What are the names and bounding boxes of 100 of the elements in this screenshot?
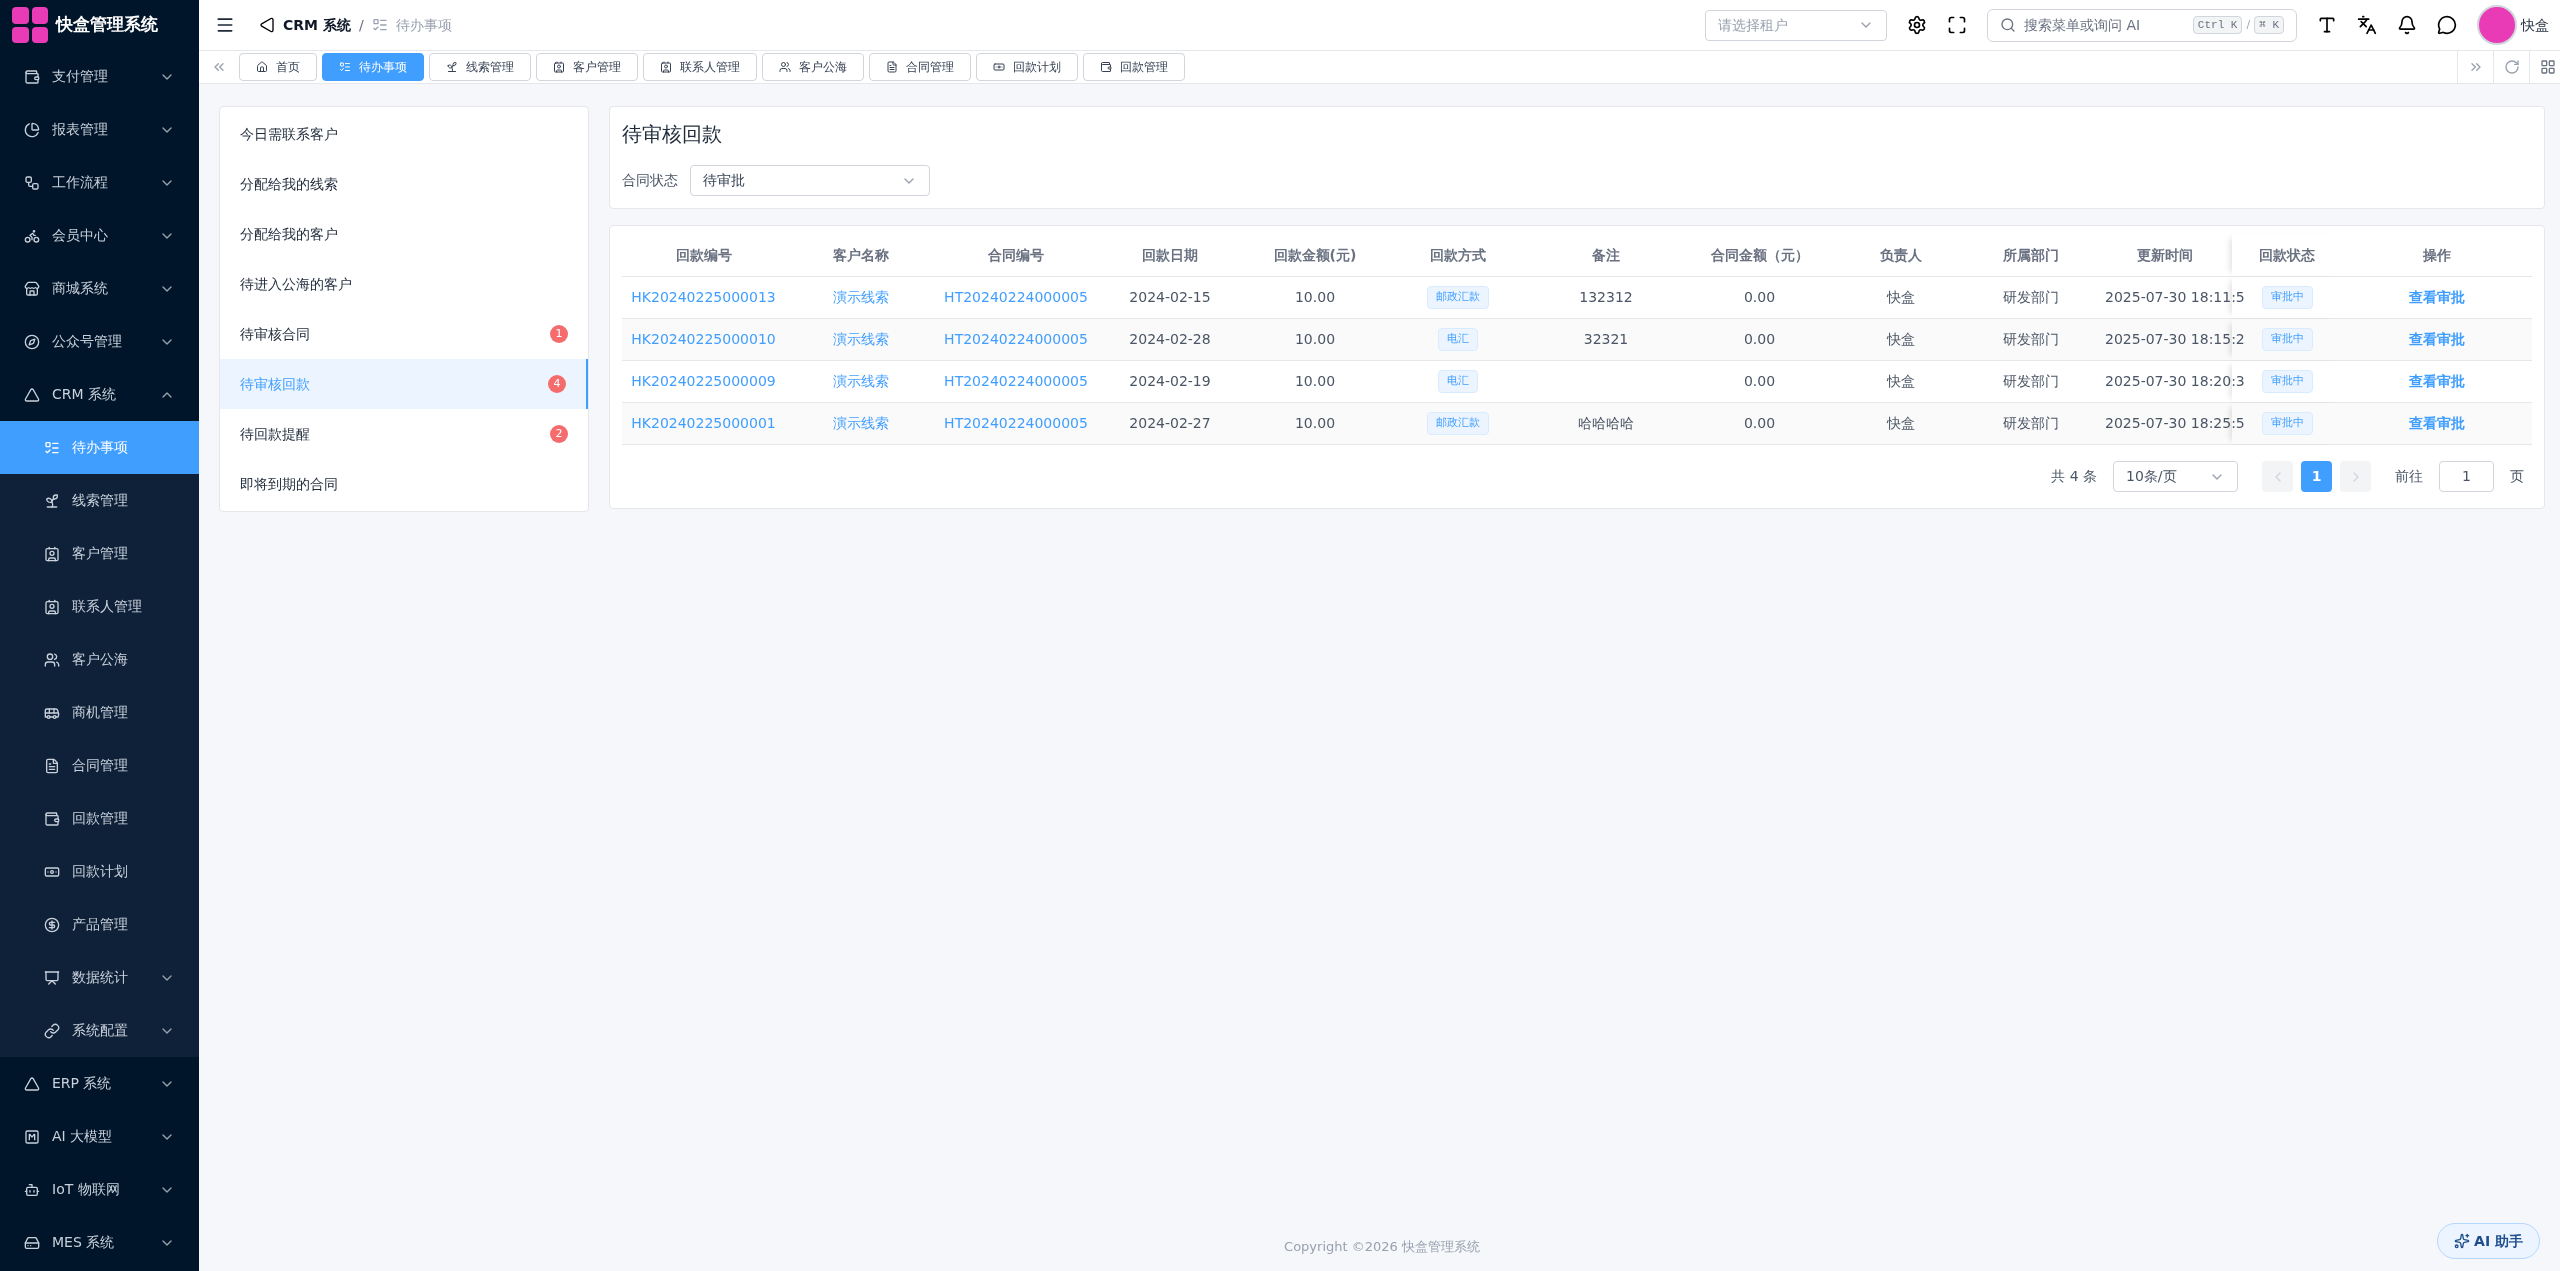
sidebar-subitem[interactable]: 系统配置 (0, 1004, 199, 1057)
chat-icon[interactable] (2437, 15, 2457, 35)
count-badge: 1 (550, 325, 568, 343)
page-input[interactable]: 1 (2439, 461, 2494, 492)
tab-icon (660, 61, 672, 73)
sidebar-subitem[interactable]: 客户管理 (0, 527, 199, 580)
table-cell-text: 0.00 (1743, 288, 1776, 307)
search-field[interactable]: 搜索菜单或询问 AI Ctrl K / ⌘ K (1987, 8, 2297, 42)
search-icon (2000, 17, 2016, 33)
page-size-select[interactable]: 10条/页 (2113, 461, 2238, 492)
tab[interactable]: 客户公海 (762, 53, 864, 81)
todo-menu-item[interactable]: 待审核合同 1 (220, 309, 588, 359)
table-cell-text: 哈哈哈哈 (1578, 414, 1634, 433)
sidebar-item[interactable]: IoT 物联网 (0, 1163, 199, 1216)
ai-assistant-button[interactable]: AI 助手 (2437, 1223, 2540, 1259)
table-cell-text: 2024-02-28 (1129, 330, 1211, 349)
tag: 电汇 (1437, 328, 1478, 351)
sidebar-subitem[interactable]: 商机管理 (0, 686, 199, 739)
table-cell-text: 2024-02-19 (1129, 372, 1211, 391)
table-cell-text: 2025-07-30 18:20:3 (2105, 372, 2245, 391)
column-header: 客户名称 (833, 245, 889, 265)
tag: 审批中 (2261, 412, 2313, 435)
table-cell-text: 快盒 (1887, 372, 1915, 391)
fullscreen-icon[interactable] (1947, 15, 1967, 35)
table-cell-text: 10.00 (1294, 330, 1336, 349)
table-cell-text: 32321 (1583, 330, 1629, 349)
todo-menu-item[interactable]: 待回款提醒 2 (220, 409, 588, 459)
table-cell-text: 2025-07-30 18:15:2 (2105, 330, 2245, 349)
sidebar-item[interactable]: 工作流程 (0, 156, 199, 209)
tab[interactable]: 回款管理 (1083, 53, 1185, 81)
sidebar-item[interactable]: 公众号管理 (0, 315, 199, 368)
tab-icon (993, 61, 1005, 73)
tab[interactable]: 线索管理 (429, 53, 531, 81)
tag: 审批中 (2261, 286, 2313, 309)
tab-icon (779, 61, 791, 73)
tab-icon (446, 61, 458, 73)
tab-icon (256, 61, 268, 73)
bell-icon[interactable] (2397, 15, 2417, 35)
tab[interactable]: 客户管理 (536, 53, 638, 81)
logo-icon (12, 7, 48, 43)
tag: 审批中 (2261, 328, 2313, 351)
table-cell-text: 快盒 (1887, 330, 1915, 349)
table-cell-text: 快盒 (1887, 414, 1915, 433)
table-cell-text: 132312 (1579, 288, 1633, 307)
sidebar-subitem[interactable]: 联系人管理 (0, 580, 199, 633)
sidebar-item[interactable]: 支付管理 (0, 50, 199, 103)
tab[interactable]: 回款计划 (976, 53, 1078, 81)
table-cell-text: 2024-02-27 (1129, 414, 1211, 433)
column-header: 备注 (1592, 245, 1620, 265)
table-cell-text: 10.00 (1294, 372, 1336, 391)
todo-menu-item[interactable]: 即将到期的合同 (220, 459, 588, 509)
table-cell-text: 2024-02-15 (1129, 288, 1211, 307)
column-header: 更新时间 (2136, 245, 2193, 265)
list-icon (371, 17, 388, 33)
grid-icon[interactable] (2539, 59, 2556, 75)
sidebar-subitem[interactable]: 客户公海 (0, 633, 199, 686)
tab-icon (339, 61, 351, 73)
sidebar-item[interactable]: AI 大模型 (0, 1110, 199, 1163)
tab[interactable]: 合同管理 (869, 53, 971, 81)
tag: 审批中 (2261, 370, 2313, 393)
status-select[interactable]: 待审批 (690, 165, 930, 196)
goto-label: 前往 (2395, 467, 2423, 486)
sidebar-item[interactable]: CRM 系统 (0, 368, 199, 421)
sidebar-subitem[interactable]: 线索管理 (0, 474, 199, 527)
sidebar-item[interactable]: 报表管理 (0, 103, 199, 156)
refresh-icon[interactable] (2503, 59, 2520, 75)
copyright-text: Copyright ©2026 快盒管理系统 (1284, 1238, 1480, 1257)
settings-icon[interactable] (1907, 15, 1927, 35)
sidebar-item[interactable]: 会员中心 (0, 209, 199, 262)
breadcrumb-separator: / (358, 15, 364, 35)
table-cell-text: 研发部门 (2003, 372, 2059, 391)
translate-icon[interactable] (2357, 15, 2377, 35)
table-cell-text: 快盒 (1887, 288, 1915, 307)
todo-menu-item[interactable]: 分配给我的客户 (220, 209, 588, 259)
sidebar-subitem[interactable]: 合同管理 (0, 739, 199, 792)
breadcrumb-item[interactable]: CRM 系统 (283, 14, 351, 36)
column-header: 负责人 (1880, 245, 1922, 265)
sidebar-subitem[interactable]: 数据统计 (0, 951, 199, 1004)
todo-menu-item[interactable]: 今日需联系客户 (220, 109, 588, 159)
sidebar-subitem[interactable]: 回款管理 (0, 792, 199, 845)
sidebar-subitem[interactable]: 回款计划 (0, 845, 199, 898)
sidebar-item[interactable]: 商城系统 (0, 262, 199, 315)
avatar[interactable] (2477, 5, 2517, 45)
app-name: 快盒管理系统 (56, 13, 158, 37)
font-size-icon[interactable] (2317, 15, 2337, 35)
count-badge: 2 (550, 425, 568, 443)
sidebar-subitem[interactable]: 产品管理 (0, 898, 199, 951)
tab[interactable]: 首页 (239, 53, 317, 81)
shortcut-key: Ctrl K (2192, 15, 2243, 35)
sparkle-icon (2454, 1233, 2471, 1249)
count-badge: 4 (548, 375, 566, 393)
todo-menu-item[interactable]: 待进入公海的客户 (220, 259, 588, 309)
tab[interactable]: 联系人管理 (643, 53, 757, 81)
todo-menu-item[interactable]: 分配给我的线索 (220, 159, 588, 209)
user-name[interactable]: 快盒 (2521, 14, 2549, 36)
sidebar-item[interactable]: ERP 系统 (0, 1057, 199, 1110)
table-cell-text: 研发部门 (2003, 288, 2059, 307)
table-cell-text: 0.00 (1743, 330, 1776, 349)
tag: 电汇 (1437, 370, 1478, 393)
sidebar-item[interactable]: MES 系统 (0, 1216, 199, 1269)
